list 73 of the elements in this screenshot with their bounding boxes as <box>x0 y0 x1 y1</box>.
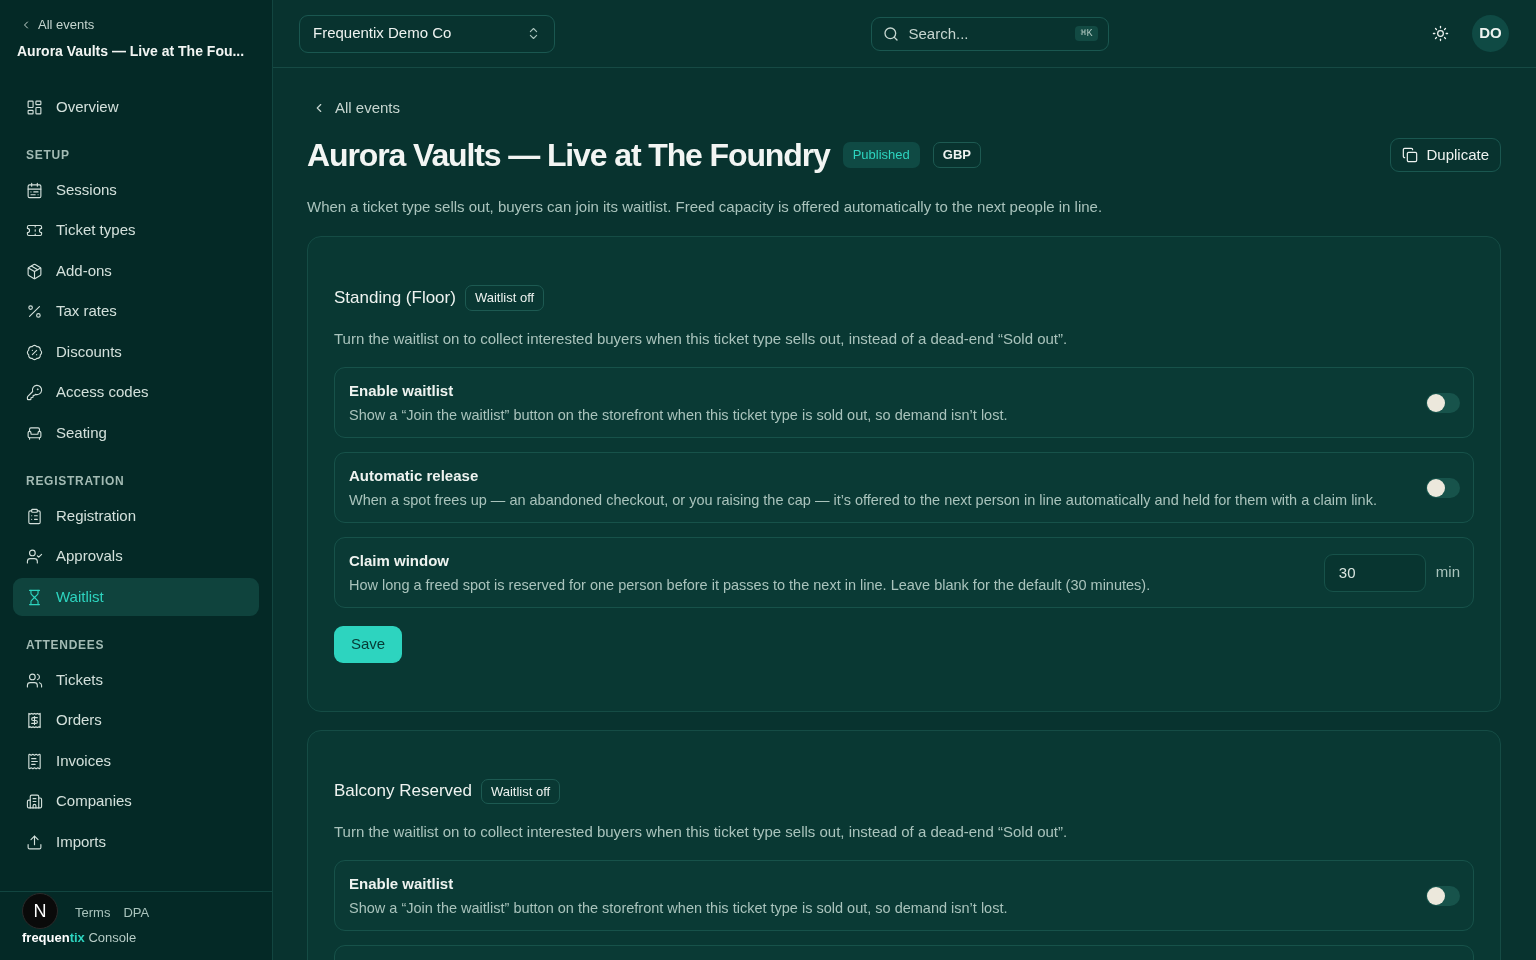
status-badge: Published <box>842 142 920 168</box>
page-title: Aurora Vaults — Live at The Foundry <box>307 136 830 175</box>
sidebar-item[interactable]: Discounts <box>13 333 259 371</box>
status-badge: Waitlist off <box>464 285 545 311</box>
avatar[interactable]: DO <box>1472 15 1509 52</box>
brand-wordmark: frequentix Console <box>22 930 137 946</box>
section-label: SETUP <box>25 147 71 163</box>
back-link[interactable]: All events <box>307 98 401 118</box>
ticket-type-name: Balcony Reserved <box>334 780 472 803</box>
setting-title: Enable waitlist <box>349 874 455 894</box>
page-description: When a ticket type sells out, buyers can join its waitlist. Freed capacity is offered automatically to the next people in line. <box>307 197 1104 217</box>
sidebar-item[interactable]: Tickets <box>13 661 259 699</box>
number-field[interactable]: 30 <box>1323 553 1426 592</box>
ticket-type-name: Standing (Floor) <box>334 286 456 309</box>
back-link[interactable]: All events <box>17 17 95 33</box>
shortcut-hint: ⌘K <box>1075 25 1098 41</box>
ticket-icon <box>26 222 43 239</box>
setting-description: Show a “Join the waitlist” button on the storefront when this ticket type is sold out, so demand isn’t lost. <box>349 405 1009 425</box>
calendar-icon <box>26 181 43 199</box>
sidebar-item[interactable]: Tax rates <box>13 292 259 331</box>
duplicate-button[interactable]: Duplicate <box>1390 138 1501 172</box>
toggle-switch[interactable] <box>1426 477 1460 498</box>
box-icon <box>26 262 43 280</box>
sidebar-item[interactable]: Registration <box>13 497 259 535</box>
user-check-icon <box>26 548 43 565</box>
search-icon <box>882 25 899 42</box>
setting-title: Claim window <box>349 550 450 571</box>
users-icon <box>26 671 43 689</box>
dashboard-icon <box>26 98 43 116</box>
sidebar-item[interactable]: Overview <box>13 88 259 126</box>
percent-badge-icon <box>26 343 43 361</box>
setting-description: Show a “Join the waitlist” button on the storefront when this ticket type is sold out, so demand isn’t lost. <box>349 899 1009 918</box>
section-label: REGISTRATION <box>25 473 126 489</box>
event-title: Aurora Vaults — Live at The Fou... <box>17 42 245 61</box>
setting-description: How long a freed spot is reserved for one person before it passes to the next in line. Leave blank for the default (30 minutes). <box>349 575 1152 595</box>
organization-selector[interactable]: Frequentix Demo Co <box>299 14 555 53</box>
dev-tools-badge[interactable]: N <box>22 893 58 929</box>
toggle-switch[interactable] <box>1426 392 1460 413</box>
toggle-switch[interactable] <box>1426 886 1460 906</box>
setting-title: Enable waitlist <box>349 380 455 401</box>
footer-link[interactable]: DPA <box>123 905 150 921</box>
section-label: ATTENDEES <box>25 637 106 653</box>
setting-title: Automatic release <box>349 465 480 486</box>
sidebar-item[interactable]: Ticket types <box>13 211 259 250</box>
status-badge: Waitlist off <box>480 778 561 804</box>
save-button[interactable]: Save <box>334 625 403 663</box>
card-description: Turn the waitlist on to collect interested buyers when this ticket type sells out, instead of a dead-end “Sold out”. <box>334 328 1069 349</box>
sun-icon <box>1431 25 1449 42</box>
sidebar-item[interactable]: Approvals <box>13 537 259 576</box>
sidebar-item[interactable]: Companies <box>13 782 259 821</box>
sidebar-item[interactable]: Seating <box>13 414 259 452</box>
hourglass-icon <box>26 588 43 606</box>
footer-link[interactable]: Terms <box>75 905 111 921</box>
clipboard-icon <box>26 507 43 525</box>
sidebar-item[interactable]: Access codes <box>13 373 259 412</box>
setting-description: When a spot frees up — an abandoned checkout, or you raising the cap — it’s offered to the next person in line automatically and held for them with a claim link. <box>349 490 1378 510</box>
sidebar-item[interactable]: Waitlist <box>13 578 259 616</box>
copy-icon <box>1402 147 1419 163</box>
sidebar-item[interactable]: Invoices <box>13 742 259 780</box>
upload-icon <box>26 833 43 851</box>
currency-badge: GBP <box>932 142 981 168</box>
building-icon <box>26 793 43 810</box>
sidebar-item[interactable]: Imports <box>13 823 259 861</box>
armchair-icon <box>26 424 43 442</box>
unit-label: min <box>1435 562 1460 583</box>
key-icon <box>26 384 43 401</box>
sidebar-item[interactable]: Orders <box>13 701 259 740</box>
receipt-icon <box>26 712 43 729</box>
sidebar-item[interactable]: Add-ons <box>13 252 259 290</box>
card-description: Turn the waitlist on to collect interested buyers when this ticket type sells out, instead of a dead-end “Sold out”. <box>334 822 1069 842</box>
percent-icon <box>26 303 43 320</box>
sidebar-item[interactable]: Sessions <box>13 171 259 209</box>
document-icon <box>26 752 43 770</box>
